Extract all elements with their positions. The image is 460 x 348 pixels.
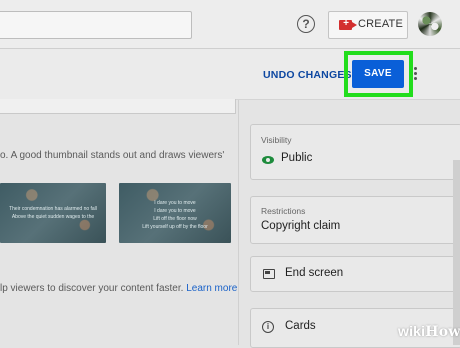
- wikihow-watermark: wikiHow: [398, 323, 460, 340]
- thumbnail-caption: I dare you to move: [154, 200, 196, 206]
- save-button[interactable]: SAVE: [352, 60, 404, 88]
- help-icon[interactable]: ?: [297, 15, 315, 33]
- end-screen-label: End screen: [285, 267, 344, 279]
- thumbnail-option-2[interactable]: I dare you to move I dare you to move Li…: [119, 183, 231, 243]
- watermark-wiki: wiki: [398, 323, 426, 339]
- create-label: CREATE: [358, 18, 404, 30]
- thumbnail-caption: Lift off the floor now: [153, 216, 197, 222]
- restrictions-value: Copyright claim: [261, 220, 341, 232]
- create-button[interactable]: + CREATE: [328, 11, 408, 39]
- undo-changes-button[interactable]: UNDO CHANGES: [263, 69, 352, 81]
- tags-text: lp viewers to discover your content fast…: [0, 283, 187, 294]
- restrictions-card[interactable]: Restrictions Copyright claim: [250, 196, 460, 244]
- thumbnail-description: o. A good thumbnail stands out and draws…: [0, 150, 225, 161]
- end-screen-card[interactable]: End screen: [250, 256, 460, 292]
- thumbnail-caption: Lift yourself up off by the floor: [142, 224, 208, 230]
- thumbnail-option-1[interactable]: Their condemnation has alarmed no fall A…: [0, 183, 106, 243]
- more-vertical-icon[interactable]: [414, 67, 418, 81]
- cards-label: Cards: [285, 320, 316, 332]
- description-field[interactable]: [0, 99, 236, 114]
- search-input[interactable]: [0, 11, 192, 39]
- watermark-how: How: [425, 324, 460, 340]
- panel-divider: [238, 100, 239, 345]
- thumbnail-caption: Their condemnation has alarmed no fall: [9, 206, 97, 212]
- thumbnail-caption: I dare you to move: [154, 208, 196, 214]
- tags-description: lp viewers to discover your content fast…: [0, 283, 237, 294]
- end-screen-icon: [263, 269, 275, 279]
- top-bar: ? + CREATE: [0, 0, 460, 49]
- video-camera-add-icon: +: [339, 18, 357, 30]
- info-icon: i: [262, 321, 274, 333]
- restrictions-label: Restrictions: [261, 206, 306, 216]
- avatar[interactable]: [418, 12, 442, 36]
- visibility-label: Visibility: [261, 135, 292, 145]
- visibility-card[interactable]: Visibility Public: [250, 124, 460, 180]
- eye-icon: [262, 156, 274, 164]
- scrollbar[interactable]: [453, 160, 460, 345]
- visibility-value: Public: [281, 152, 313, 164]
- thumbnail-caption: Above the quiet sudden wages to the: [11, 214, 95, 220]
- learn-more-link[interactable]: Learn more: [186, 283, 237, 294]
